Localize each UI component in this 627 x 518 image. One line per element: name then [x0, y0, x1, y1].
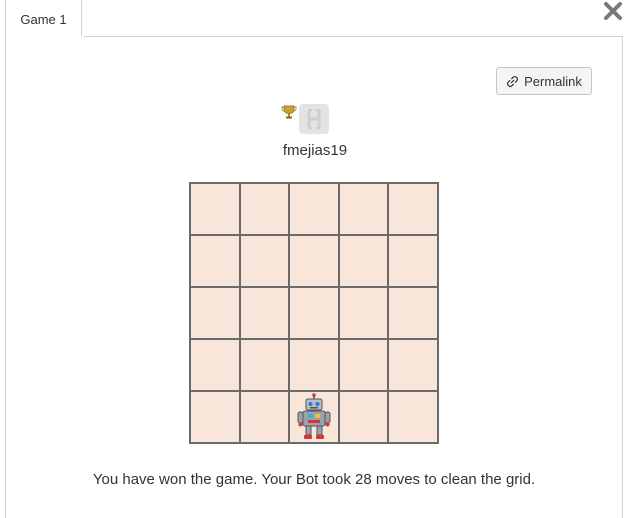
grid-cell: [339, 340, 388, 390]
grid-cell: [290, 340, 338, 390]
grid-cell: [240, 392, 289, 442]
grid-cell: [290, 236, 338, 286]
close-icon[interactable]: [603, 1, 623, 21]
grid-cell: [389, 340, 437, 390]
grid-cell: [339, 288, 388, 338]
grid-cell: [389, 392, 437, 442]
grid-cell: [191, 184, 239, 234]
grid-cell: [240, 184, 289, 234]
grid-cell: [290, 392, 338, 442]
tab-label: Game 1: [20, 11, 67, 27]
grid-cell: [389, 288, 437, 338]
game-panel: Game 1 Permalink fmejias19 You have won …: [0, 0, 627, 518]
grid-cell: [240, 340, 289, 390]
grid-cell: [240, 236, 289, 286]
grid-cell: [191, 340, 239, 390]
grid-cell: [339, 392, 388, 442]
grid-cell: [290, 288, 338, 338]
avatar: [299, 104, 329, 134]
grid-cell: [389, 184, 437, 234]
result-message: You have won the game. Your Bot took 28 …: [92, 471, 536, 488]
player-name: fmejias19: [282, 142, 348, 159]
link-icon: [506, 75, 519, 88]
permalink-button[interactable]: Permalink: [496, 67, 592, 95]
grid-cell: [339, 236, 388, 286]
robot-icon: [296, 393, 332, 441]
tab-game-1[interactable]: Game 1: [5, 0, 82, 36]
grid-cell: [191, 236, 239, 286]
tab-divider: [83, 36, 623, 37]
permalink-label: Permalink: [524, 73, 582, 89]
grid-cell: [290, 184, 338, 234]
panel-border-right: [622, 36, 623, 518]
grid-cell: [240, 288, 289, 338]
grid-cell: [389, 236, 437, 286]
grid-cell: [339, 184, 388, 234]
panel-border-left: [5, 36, 6, 518]
trophy-icon: [281, 104, 297, 120]
grid-cell: [191, 288, 239, 338]
grid-cell: [191, 392, 239, 442]
game-board: [189, 182, 439, 444]
